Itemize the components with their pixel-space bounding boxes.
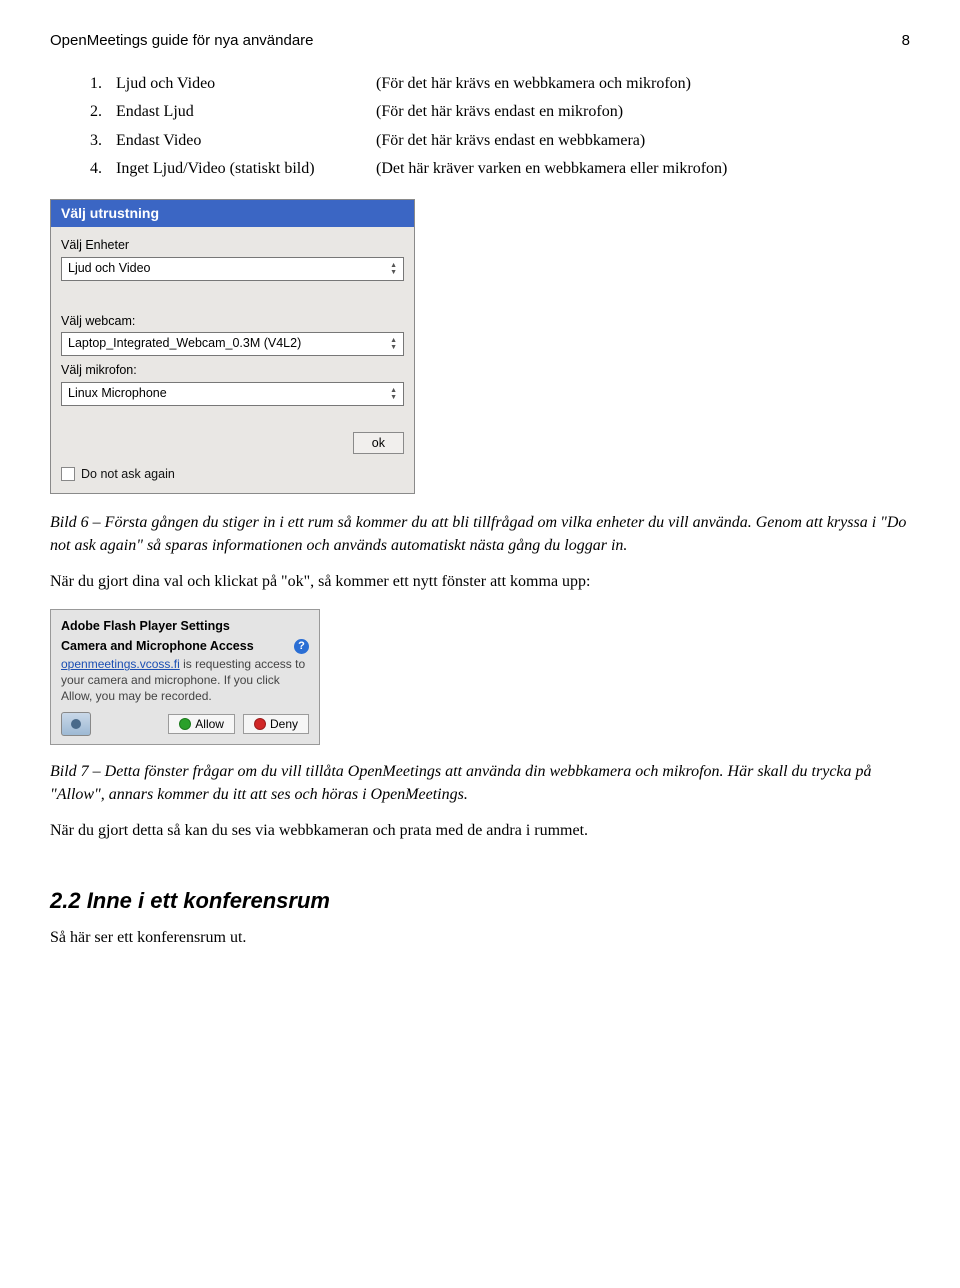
- page-number: 8: [902, 30, 910, 51]
- deny-button[interactable]: Deny: [243, 714, 309, 734]
- list-note: (För det här krävs endast en webbkamera): [376, 130, 645, 152]
- list-label: Inget Ljud/Video (statiskt bild): [116, 158, 376, 180]
- options-list: 1. Ljud och Video (För det här krävs en …: [90, 73, 910, 181]
- devices-label: Välj Enheter: [61, 237, 404, 255]
- list-label: Endast Ljud: [116, 101, 376, 123]
- section-heading: 2.2 Inne i ett konferensrum: [50, 886, 910, 917]
- figure-caption: Bild 6 – Första gången du stiger in i et…: [50, 512, 910, 557]
- list-item: 3. Endast Video (För det här krävs endas…: [90, 130, 910, 152]
- flash-body-text: openmeetings.vcoss.fi is requesting acce…: [61, 657, 309, 704]
- device-selection-dialog: Välj utrustning Välj Enheter Ljud och Vi…: [50, 199, 415, 495]
- devices-combobox[interactable]: Ljud och Video ▲▼: [61, 257, 404, 281]
- paragraph: När du gjort dina val och klickat på "ok…: [50, 571, 910, 593]
- list-number: 4.: [90, 158, 116, 180]
- list-note: (För det här krävs en webbkamera och mik…: [376, 73, 691, 95]
- list-number: 1.: [90, 73, 116, 95]
- list-label: Endast Video: [116, 130, 376, 152]
- flash-domain-link[interactable]: openmeetings.vcoss.fi: [61, 657, 180, 671]
- list-item: 2. Endast Ljud (För det här krävs endast…: [90, 101, 910, 123]
- figure-caption: Bild 7 – Detta fönster frågar om du vill…: [50, 761, 910, 806]
- list-note: (Det här kräver varken en webbkamera ell…: [376, 158, 727, 180]
- flash-title: Adobe Flash Player Settings: [61, 618, 230, 636]
- spinner-icon[interactable]: ▲▼: [390, 387, 397, 401]
- flash-subtitle: Camera and Microphone Access: [61, 638, 254, 656]
- flash-settings-dialog: Adobe Flash Player Settings Camera and M…: [50, 609, 320, 745]
- devices-value: Ljud och Video: [68, 260, 150, 278]
- help-icon[interactable]: ?: [294, 639, 309, 654]
- list-number: 2.: [90, 101, 116, 123]
- list-label: Ljud och Video: [116, 73, 376, 95]
- webcam-label: Välj webcam:: [61, 313, 404, 331]
- ok-button[interactable]: ok: [353, 432, 404, 454]
- mic-combobox[interactable]: Linux Microphone ▲▼: [61, 382, 404, 406]
- spinner-icon[interactable]: ▲▼: [390, 262, 397, 276]
- webcam-value: Laptop_Integrated_Webcam_0.3M (V4L2): [68, 335, 301, 353]
- list-item: 4. Inget Ljud/Video (statiskt bild) (Det…: [90, 158, 910, 180]
- deny-icon: [254, 718, 266, 730]
- do-not-ask-checkbox[interactable]: [61, 467, 75, 481]
- list-note: (För det här krävs endast en mikrofon): [376, 101, 623, 123]
- mic-value: Linux Microphone: [68, 385, 167, 403]
- list-item: 1. Ljud och Video (För det här krävs en …: [90, 73, 910, 95]
- doc-title: OpenMeetings guide för nya användare: [50, 30, 314, 51]
- allow-button[interactable]: Allow: [168, 714, 235, 734]
- paragraph: När du gjort detta så kan du ses via web…: [50, 820, 910, 842]
- dialog-title: Välj utrustning: [51, 200, 414, 228]
- do-not-ask-label: Do not ask again: [81, 466, 175, 484]
- list-number: 3.: [90, 130, 116, 152]
- camera-icon: [61, 712, 91, 736]
- section-intro: Så här ser ett konferensrum ut.: [50, 927, 910, 949]
- spinner-icon[interactable]: ▲▼: [390, 337, 397, 351]
- mic-label: Välj mikrofon:: [61, 362, 404, 380]
- allow-icon: [179, 718, 191, 730]
- webcam-combobox[interactable]: Laptop_Integrated_Webcam_0.3M (V4L2) ▲▼: [61, 332, 404, 356]
